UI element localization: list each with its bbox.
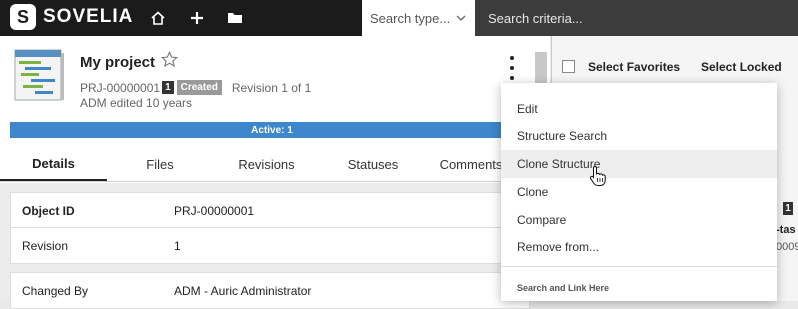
menu-section-title: Search and Link Here — [517, 283, 610, 293]
detail-tabs: Details Files Revisions Statuses Comment… — [0, 148, 550, 182]
revision-badge: 1 — [162, 81, 174, 94]
menu-divider — [501, 266, 777, 267]
more-actions-icon[interactable] — [505, 56, 519, 80]
object-title: My project — [80, 54, 156, 71]
hand-cursor-icon — [589, 165, 607, 187]
project-thumbnail — [11, 47, 68, 104]
edited-info: ADM edited 10 years — [80, 96, 193, 110]
detail-row-revision: Revision 1 — [11, 228, 529, 263]
search-type-label: Search type... — [370, 10, 451, 26]
sovelia-logo[interactable]: S SOVELIA — [10, 4, 133, 30]
select-checkbox[interactable] — [562, 60, 575, 73]
object-id: PRJ-00000001 — [80, 80, 161, 95]
detail-label: Object ID — [22, 204, 75, 218]
menu-item-remove-from[interactable]: Remove from... — [501, 233, 777, 261]
favorite-star-icon[interactable] — [160, 50, 179, 73]
object-meta-line: PRJ-00000001 1 Created Revision 1 of 1 — [80, 80, 311, 95]
revision-badge: 1 — [783, 202, 793, 215]
detail-row-changed-by: Changed By ADM - Auric Administrator — [11, 273, 529, 308]
item-name-fragment: -tas — [776, 224, 796, 236]
logo-badge: S — [10, 4, 36, 30]
detail-label: Revision — [22, 239, 69, 253]
item-id-fragment: 0009 — [776, 241, 798, 253]
actions-menu: Edit Structure Search Clone Structure Cl… — [501, 83, 777, 301]
details-card-2: Changed By ADM - Auric Administrator — [10, 272, 530, 309]
details-card: Object ID PRJ-00000001 Revision 1 — [10, 192, 530, 264]
select-locked-button[interactable]: Select Locked — [701, 60, 782, 74]
search-criteria-input[interactable]: Search criteria... — [475, 0, 798, 36]
search-type-select[interactable]: Search type... — [362, 0, 475, 36]
detail-value: ADM - Auric Administrator — [174, 284, 312, 298]
object-detail-panel: My project PRJ-00000001 1 Created Revisi… — [0, 36, 550, 309]
tab-files[interactable]: Files — [107, 148, 213, 181]
menu-item-compare[interactable]: Compare — [501, 206, 777, 234]
chevron-down-icon — [456, 13, 466, 24]
revision-info: Revision 1 of 1 — [231, 80, 312, 95]
menu-item-clone[interactable]: Clone — [501, 178, 777, 206]
menu-item-clone-structure[interactable]: Clone Structure — [501, 150, 777, 178]
plus-icon[interactable] — [186, 7, 208, 29]
top-bar: S SOVELIA Search type... Search criteria… — [0, 0, 798, 36]
search-criteria-placeholder: Search criteria... — [488, 10, 583, 26]
select-favorites-button[interactable]: Select Favorites — [588, 60, 680, 74]
active-bar: Active: 1 — [10, 122, 534, 138]
detail-label: Changed By — [22, 284, 89, 298]
tab-statuses[interactable]: Statuses — [320, 148, 426, 181]
logo-text: SOVELIA — [43, 6, 134, 27]
folder-icon[interactable] — [224, 7, 246, 29]
detail-row-object-id: Object ID PRJ-00000001 — [11, 193, 529, 228]
tab-details[interactable]: Details — [0, 148, 107, 181]
status-badge: Created — [176, 80, 222, 95]
details-content: Object ID PRJ-00000001 Revision 1 Change… — [0, 183, 550, 309]
detail-value: PRJ-00000001 — [174, 204, 255, 218]
tab-revisions[interactable]: Revisions — [213, 148, 320, 181]
detail-value: 1 — [174, 239, 181, 253]
menu-item-structure-search[interactable]: Structure Search — [501, 122, 777, 150]
home-icon[interactable] — [147, 7, 169, 29]
menu-item-edit[interactable]: Edit — [501, 95, 777, 123]
